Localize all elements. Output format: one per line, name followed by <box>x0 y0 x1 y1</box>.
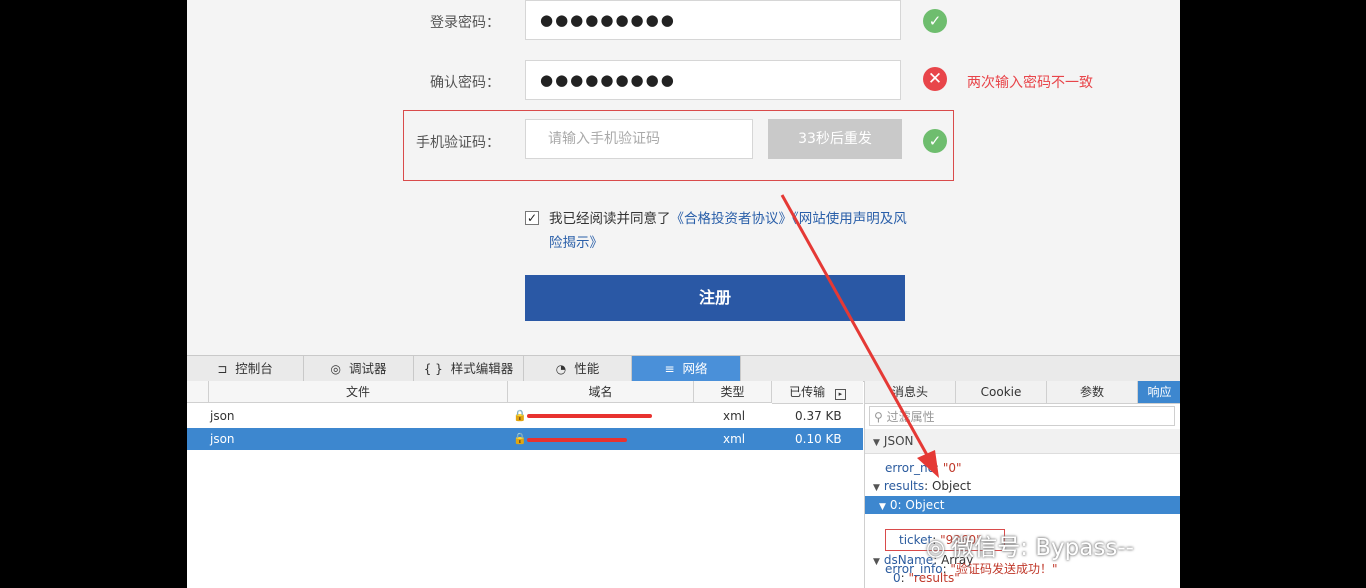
json-key: error_info <box>885 562 943 576</box>
tab-debugger[interactable]: ◎ 调试器 <box>304 356 414 381</box>
json-key: results <box>883 479 925 493</box>
expand-triangle-icon: ▼ <box>873 483 880 493</box>
tab-params[interactable]: 参数 <box>1047 381 1138 404</box>
error-icon: ✕ <box>923 67 947 91</box>
agreement-text: 我已经阅读并同意了《合格投资者协议》《网站使用声明及风险揭示》 <box>549 207 909 255</box>
json-key: error_no <box>885 461 935 475</box>
search-icon: ⚲ <box>874 410 887 424</box>
col-status[interactable] <box>187 381 209 403</box>
panel-toggle-icon[interactable]: ▸ <box>834 389 846 400</box>
col-domain[interactable]: 域名 <box>508 381 694 403</box>
json-value: Object <box>931 479 972 493</box>
expand-triangle-icon: ▼ <box>879 502 886 512</box>
lock-icon: 🔒 <box>513 409 527 422</box>
request-row[interactable]: json 🔒 xml 0.37 KB <box>187 405 863 427</box>
agreement-prefix: 我已经阅读并同意了 <box>549 211 671 227</box>
tab-network[interactable]: ≡ 网络 <box>632 356 741 381</box>
devtools-tabbar: ⊐ 控制台 ◎ 调试器 { } 样式编辑器 ◔ 性能 ≡ 网络 <box>187 355 1180 382</box>
sms-label: 手机验证码： <box>416 135 500 151</box>
confirm-password-input[interactable]: ●●●●●●●●● <box>525 60 901 100</box>
json-value: "0" <box>942 461 962 475</box>
network-icon: ≡ <box>664 362 675 376</box>
tab-label: 性能 <box>574 361 600 376</box>
col-transferred[interactable]: 已传输 ▸ <box>772 381 863 404</box>
check-icon: ✓ <box>923 9 947 33</box>
json-header-label: JSON <box>883 434 914 448</box>
col-file[interactable]: 文件 <box>209 381 508 403</box>
register-button[interactable]: 注册 <box>525 275 905 321</box>
json-node-label: 0: Object <box>889 498 945 512</box>
col-transferred-label: 已传输 <box>789 385 826 399</box>
redaction-mark <box>527 438 627 442</box>
braces-icon: { } <box>423 362 443 376</box>
tab-performance[interactable]: ◔ 性能 <box>524 356 632 381</box>
redaction-mark <box>527 414 652 418</box>
debugger-icon: ◎ <box>330 362 341 376</box>
json-error-no[interactable]: error_no: "0" <box>885 459 962 477</box>
tab-response[interactable]: 响应 <box>1138 381 1180 404</box>
json-error-info[interactable]: error_info: "验证码发送成功！" <box>885 560 1057 578</box>
console-icon: ⊐ <box>217 362 228 376</box>
request-size: 0.37 KB <box>795 409 842 423</box>
request-row-selected[interactable]: json 🔒 xml 0.10 KB <box>187 428 863 450</box>
agree-checkbox[interactable]: ✓ <box>525 211 539 225</box>
password-input[interactable]: ●●●●●●●●● <box>525 0 901 40</box>
tab-label: 调试器 <box>348 361 387 376</box>
request-file: json <box>210 409 235 423</box>
watermark: ◎ 微信号: Bypass-- <box>926 528 1134 562</box>
json-results[interactable]: ▼ results: Object <box>873 477 971 497</box>
investor-agreement-link[interactable]: 《合格投资者协议》 <box>671 211 793 227</box>
confirm-password-label: 确认密码： <box>430 75 500 91</box>
watermark-text: 微信号: Bypass-- <box>951 535 1134 561</box>
gauge-icon: ◔ <box>555 362 567 376</box>
lock-icon: 🔒 <box>513 432 527 445</box>
password-row: 登录密码： ●●●●●●●●● ✓ <box>187 0 1180 42</box>
tab-label: 控制台 <box>235 361 273 376</box>
resend-button[interactable]: 33秒后重发 <box>768 119 902 159</box>
tab-headers[interactable]: 消息头 <box>865 381 956 404</box>
password-label: 登录密码： <box>430 15 500 31</box>
confirm-password-row: 确认密码： ●●●●●●●●● ✕ 两次输入密码不一致 <box>187 60 1180 102</box>
tab-console[interactable]: ⊐ 控制台 <box>187 356 304 381</box>
sms-code-input[interactable]: 请输入手机验证码 <box>525 119 753 159</box>
request-type: xml <box>723 432 746 446</box>
app-viewport: 登录密码： ●●●●●●●●● ✓ 确认密码： ●●●●●●●●● ✕ 两次输入… <box>187 0 1180 588</box>
confirm-error-message: 两次输入密码不一致 <box>967 75 1093 91</box>
tab-style-editor[interactable]: { } 样式编辑器 <box>414 356 524 381</box>
request-file: json <box>210 432 235 446</box>
filter-placeholder: 过滤属性 <box>886 410 935 424</box>
check-icon: ✓ <box>923 129 947 153</box>
json-value: "验证码发送成功！" <box>950 562 1058 576</box>
wechat-icon: ◎ <box>926 536 946 561</box>
filter-input[interactable]: ⚲ 过滤属性 <box>869 406 1175 426</box>
json-section-header[interactable]: ▼ JSON <box>865 429 1180 454</box>
request-type: xml <box>723 409 746 423</box>
tab-cookie[interactable]: Cookie <box>956 381 1047 404</box>
expand-triangle-icon: ▼ <box>873 557 880 567</box>
json-object-0[interactable]: ▼ 0: Object <box>879 496 945 516</box>
col-type[interactable]: 类型 <box>694 381 772 403</box>
tab-label: 网络 <box>682 361 708 376</box>
request-size: 0.10 KB <box>795 432 842 446</box>
tab-label: 样式编辑器 <box>450 361 514 376</box>
expand-triangle-icon: ▼ <box>873 438 880 448</box>
